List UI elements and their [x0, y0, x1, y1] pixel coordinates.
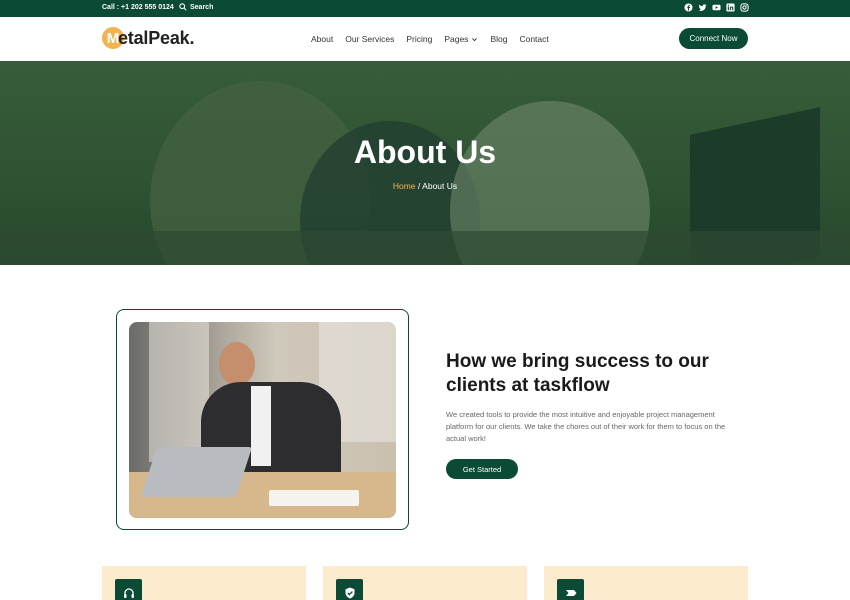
about-description: We created tools to provide the most int…: [446, 410, 726, 443]
about-photo: [129, 322, 396, 518]
breadcrumb-current: About Us: [422, 181, 458, 191]
search-label: Search: [190, 3, 214, 11]
photo-papers: [269, 490, 359, 506]
shield-check-icon: [336, 579, 363, 600]
top-bar: Call : +1 202 555 0124 Search: [0, 0, 850, 17]
photo-laptop: [140, 447, 253, 497]
nav-item-pricing[interactable]: Pricing: [406, 34, 432, 44]
nav-item-contact[interactable]: Contact: [519, 34, 548, 44]
logo-text: etalPeak.: [118, 27, 195, 48]
about-heading: How we bring success to our clients at t…: [446, 351, 709, 396]
primary-nav: About Our Services Pricing Pages Blog Co…: [311, 34, 549, 44]
breadcrumb-home[interactable]: Home: [393, 181, 416, 191]
photo-shirt: [251, 386, 271, 466]
feature-card: [544, 566, 748, 600]
search-icon: [179, 3, 187, 11]
feature-card: [323, 566, 527, 600]
hero-banner: About Us Home / About Us: [0, 61, 850, 265]
chevron-down-icon: [472, 37, 478, 41]
brand-logo[interactable]: M etalPeak.: [102, 27, 194, 49]
ticket-icon: [557, 579, 584, 600]
linkedin-icon[interactable]: [726, 3, 735, 12]
nav-item-blog[interactable]: Blog: [490, 34, 507, 44]
breadcrumb: Home / About Us: [0, 181, 850, 191]
nav-item-pages-label: Pages: [444, 34, 469, 44]
connect-now-button[interactable]: Connect Now: [679, 28, 748, 49]
facebook-icon[interactable]: [684, 3, 693, 12]
youtube-icon[interactable]: [712, 3, 721, 12]
nav-item-pages[interactable]: Pages: [444, 34, 478, 44]
feature-card: [102, 566, 306, 600]
nav-item-our-services[interactable]: Our Services: [345, 34, 394, 44]
instagram-icon[interactable]: [740, 3, 749, 12]
page-title: About Us: [353, 134, 497, 170]
headset-icon: [115, 579, 142, 600]
top-search[interactable]: Search: [179, 3, 213, 11]
photo-window: [149, 322, 209, 462]
twitter-icon[interactable]: [698, 3, 707, 12]
social-links: [684, 3, 749, 12]
nav-item-about[interactable]: About: [311, 34, 333, 44]
get-started-button[interactable]: Get Started: [446, 459, 518, 479]
main-navbar: M etalPeak. About Our Services Pricing P…: [0, 17, 850, 61]
call-info[interactable]: Call : +1 202 555 0124: [102, 4, 174, 11]
photo-person: [219, 342, 255, 386]
